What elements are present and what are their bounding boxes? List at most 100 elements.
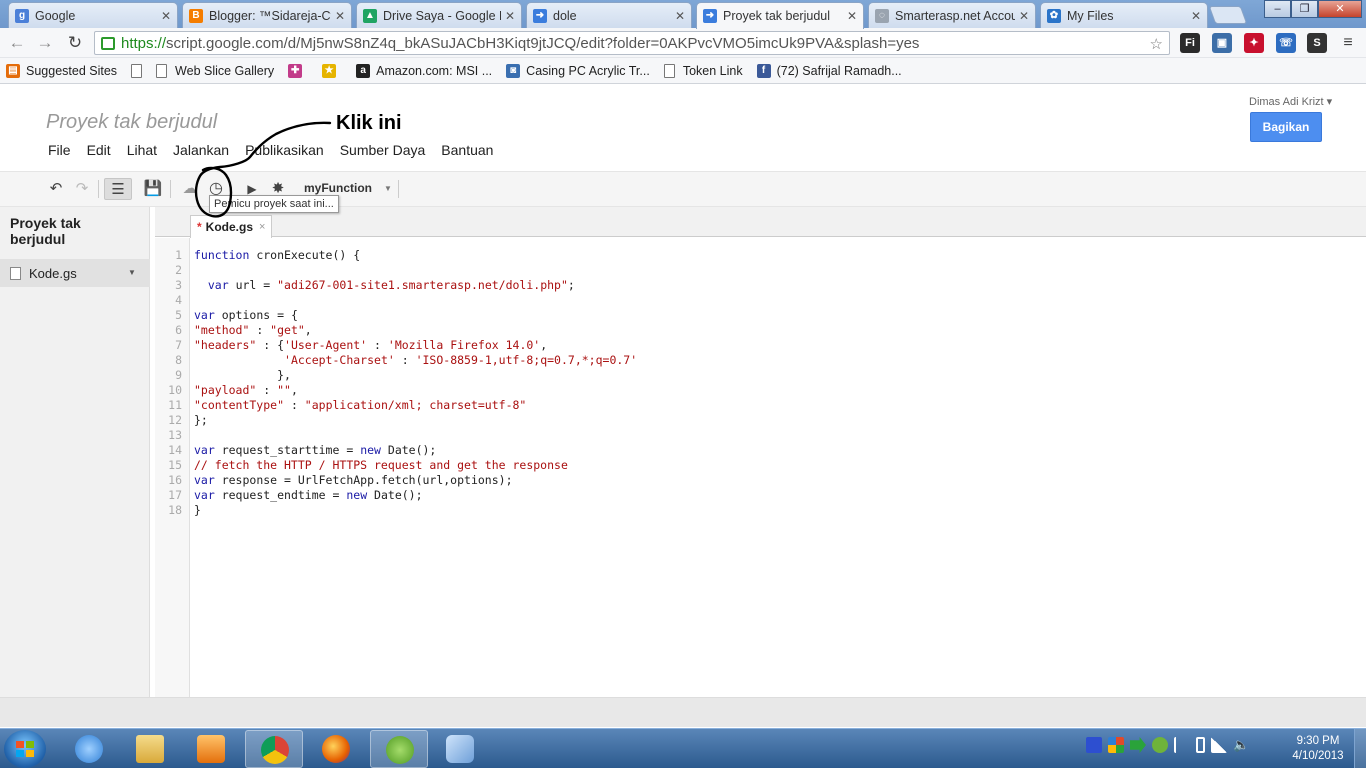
code-line[interactable]: 14 var request_starttime = new Date(); [155,443,1366,458]
browser-tab[interactable]: ✿ My Files ✕ [1040,2,1208,28]
show-desktop-button[interactable] [1354,729,1366,768]
code-line[interactable]: 17 var request_endtime = new Date(); [155,488,1366,503]
code-text[interactable]: var url = "adi267-001-site1.smarterasp.n… [194,278,575,293]
bookmark-item[interactable]: a Amazon.com: MSI ... [356,63,492,78]
bookmark-item[interactable]: ◙ Casing PC Acrylic Tr... [506,63,650,78]
redo-icon[interactable]: ↷ [70,178,94,200]
code-line[interactable]: 10 "payload" : "", [155,383,1366,398]
start-button[interactable] [4,730,46,768]
reload-icon[interactable]: ↻ [64,33,86,53]
account-menu[interactable]: Dimas Adi Krizt ▾ [1249,95,1332,108]
windows-flag-tray-icon[interactable] [1108,737,1124,753]
close-icon[interactable]: × [259,221,265,233]
close-icon[interactable]: ✕ [161,9,171,23]
bluetooth-tray-icon[interactable] [1086,737,1102,753]
close-icon[interactable]: ✕ [1191,9,1201,23]
menu-publish[interactable]: Publikasikan [245,142,324,158]
deploy-cloud-icon[interactable]: ☁ [178,178,202,200]
code-line[interactable]: 16 var response = UrlFetchApp.fetch(url,o… [155,473,1366,488]
code-text[interactable]: // fetch the HTTP / HTTPS request and ge… [194,458,568,473]
extension-s-icon[interactable]: S [1307,33,1327,53]
indent-icon[interactable]: ☰ [104,178,132,200]
code-text[interactable]: "method" : "get", [194,323,312,338]
code-line[interactable]: 13 [155,428,1366,443]
taskbar-app[interactable] [307,730,365,768]
extension-tv-icon[interactable]: ▣ [1212,33,1232,53]
bookmark-item[interactable]: f (72) Safrijal Ramadh... [756,63,902,78]
code-line[interactable]: 8 'Accept-Charset' : 'ISO-8859-1,utf-8;q… [155,353,1366,368]
taskbar-app[interactable] [431,730,489,768]
share-button[interactable]: Bagikan [1250,112,1322,142]
code-line[interactable]: 4 [155,293,1366,308]
close-icon[interactable]: ✕ [1019,9,1029,23]
taskbar-app[interactable] [60,730,118,768]
network-signal-icon[interactable] [1211,737,1227,753]
code-text[interactable]: "headers" : {'User-Agent' : 'Mozilla Fir… [194,338,547,353]
chevron-down-icon[interactable]: ▼ [384,184,392,193]
close-icon[interactable]: ✕ [505,9,515,23]
minimize-icon[interactable]: – [1264,0,1291,18]
save-icon[interactable]: 💾 [141,178,165,200]
code-line[interactable]: 9 }, [155,368,1366,383]
project-title[interactable]: Proyek tak berjudul [46,111,217,134]
code-text[interactable]: var request_starttime = new Date(); [194,443,436,458]
taskbar-app[interactable] [121,730,179,768]
forward-arrow-icon[interactable]: → [34,33,56,53]
code-line[interactable]: 11 "contentType" : "application/xml; char… [155,398,1366,413]
code-line[interactable]: 18} [155,503,1366,518]
code-line[interactable]: 15 // fetch the HTTP / HTTPS request and … [155,458,1366,473]
taskbar-app[interactable] [182,730,240,768]
code-line[interactable]: 1 function cronExecute() { [155,248,1366,263]
extension-phone-icon[interactable]: ☏ [1276,33,1296,53]
volume-icon[interactable]: 🔈 [1233,737,1249,753]
bookmark-item[interactable]: Token Link [663,63,743,78]
code-editor[interactable]: * Kode.gs × 1 function cronExecute() {2 3 … [155,207,1366,697]
menu-edit[interactable]: Edit [87,142,111,158]
close-icon[interactable]: ✕ [335,9,345,23]
close-icon[interactable]: ✕ [847,9,857,23]
menu-view[interactable]: Lihat [127,142,157,158]
chrome-menu-icon[interactable]: ≡ [1338,33,1358,53]
code-text[interactable]: "payload" : "", [194,383,298,398]
code-line[interactable]: 5 var options = { [155,308,1366,323]
new-tab-button[interactable] [1208,6,1248,24]
battery-icon[interactable] [1196,737,1205,753]
action-center-flag-icon[interactable] [1174,737,1190,753]
menu-resources[interactable]: Sumber Daya [340,142,426,158]
bookmark-item[interactable] [131,63,143,78]
extension-fi-icon[interactable]: Fi [1180,33,1200,53]
code-text[interactable]: var request_endtime = new Date(); [194,488,423,503]
browser-tab[interactable]: ◌ Smarterasp.net Accou ✕ [868,2,1036,28]
taskbar-app[interactable] [370,730,428,768]
window-close-icon[interactable]: ✕ [1318,0,1362,18]
browser-tab-active[interactable]: ➜ Proyek tak berjudul ✕ [696,2,864,29]
sidebar-file-item[interactable]: Kode.gs ▼ [0,259,150,287]
code-content[interactable]: 1 function cronExecute() {2 3 var url = "a… [155,248,1366,518]
bookmark-item[interactable]: ✚ [288,63,308,78]
code-text[interactable]: function cronExecute() { [194,248,360,263]
menu-file[interactable]: File [48,142,71,158]
file-tab[interactable]: * Kode.gs × [190,215,273,238]
address-bar[interactable]: https:// script.google.com/d/Mj5nwS8nZ4q… [94,31,1170,55]
browser-tab[interactable]: ▲ Drive Saya - Google D ✕ [356,2,522,28]
code-text[interactable]: var options = { [194,308,298,323]
close-icon[interactable]: ✕ [675,9,685,23]
taskbar-app-active[interactable] [245,730,303,768]
bookmark-item[interactable]: ▤ Suggested Sites [6,63,117,78]
menu-run[interactable]: Jalankan [173,142,229,158]
menu-help[interactable]: Bantuan [441,142,493,158]
code-text[interactable]: var response = UrlFetchApp.fetch(url,opt… [194,473,513,488]
maximize-icon[interactable]: ❐ [1291,0,1318,18]
code-text[interactable]: }; [194,413,208,428]
code-text[interactable]: } [194,503,201,518]
bookmark-item[interactable]: ★ [322,63,342,78]
code-text[interactable]: }, [194,368,291,383]
function-select[interactable]: myFunction [304,181,372,195]
green-arrow-tray-icon[interactable] [1130,737,1146,753]
utorrent-tray-icon[interactable] [1152,737,1168,753]
browser-tab[interactable]: g Google ✕ [8,2,178,28]
browser-tab[interactable]: B Blogger: ™Sidareja-Cy ✕ [182,2,352,28]
code-line[interactable]: 12}; [155,413,1366,428]
bookmark-item[interactable]: Web Slice Gallery [156,63,274,78]
browser-tab[interactable]: ➜ dole ✕ [526,2,692,28]
